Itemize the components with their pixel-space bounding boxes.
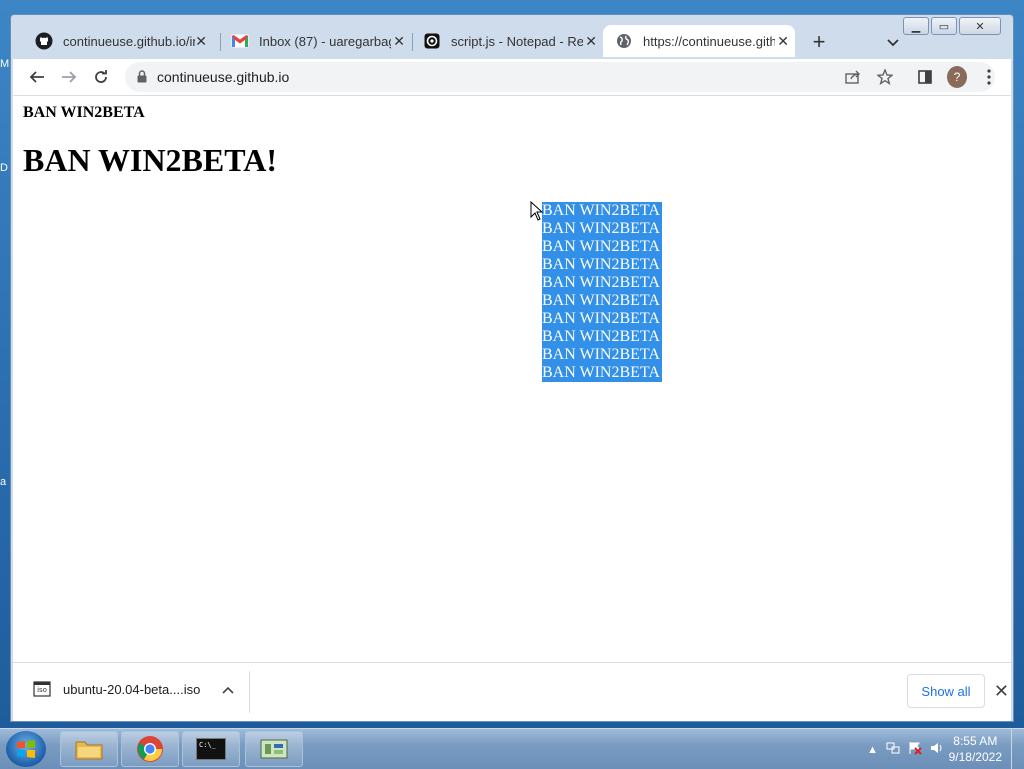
github-icon [35,32,53,50]
selected-text-block[interactable]: BAN WIN2BETA BAN WIN2BETA BAN WIN2BETA B… [542,202,662,382]
kebab-menu-icon[interactable] [979,67,999,87]
text-line: BAN WIN2BETA [542,202,662,220]
tab-title: continueuse.github.io/in [63,33,195,49]
windows-logo-icon [17,740,35,758]
tab-github[interactable]: continueuse.github.io/in ✕ [23,25,213,57]
volume-icon[interactable] [930,741,944,758]
text-line: BAN WIN2BETA [542,292,662,310]
forward-button[interactable] [59,67,79,87]
new-tab-button[interactable]: + [807,29,831,55]
text-line: BAN WIN2BETA [542,346,662,364]
clock-date: 9/18/2022 [948,750,1002,764]
taskbar: C:\_ ▲ 8:55 AM 9/18/2022 [0,728,1024,769]
cmd-prompt-text: C:\_ [199,741,216,749]
show-hidden-icons-icon[interactable]: ▲ [867,744,878,756]
close-icon[interactable]: ✕ [994,681,1009,702]
control-panel-icon [260,739,288,759]
globe-icon [615,32,633,50]
close-tab-icon[interactable]: ✕ [393,33,405,50]
download-item[interactable]: iso ubuntu-20.04-beta....iso [33,681,234,697]
tab-title: Inbox (87) - uaregarbag [259,33,391,49]
close-tab-icon[interactable]: ✕ [777,33,789,50]
chrome-icon [137,736,163,762]
desktop-icon-label: M [0,58,10,70]
replit-icon [423,32,441,50]
page-heading-small: BAN WIN2BETA [23,104,145,121]
url-text: continueuse.github.io [157,69,290,85]
folder-icon [75,741,103,760]
network-icon[interactable] [886,741,900,758]
close-tab-icon[interactable]: ✕ [195,33,207,50]
disc-file-icon: iso [33,681,51,697]
browser-window: ▁ ▭ ✕ continueuse.github.io/in ✕ Inbox (… [10,14,1014,722]
taskbar-chrome[interactable] [121,731,179,767]
show-desktop-button[interactable] [1011,729,1024,769]
show-all-button[interactable]: Show all [907,674,985,708]
text-line: BAN WIN2BETA [542,328,662,346]
side-panel-icon[interactable] [915,67,935,87]
mouse-cursor-icon [530,200,544,226]
file-icon-label: iso [37,686,47,694]
text-line: BAN WIN2BETA [542,364,662,382]
text-line: BAN WIN2BETA [542,256,662,274]
command-prompt-icon: C:\_ [196,738,226,760]
avatar: ? [947,66,967,88]
tab-title: script.js - Notepad - Rep [451,33,583,49]
action-center-flag-icon[interactable] [908,741,922,758]
profile-avatar[interactable]: ? [947,66,967,88]
text-line: BAN WIN2BETA [542,310,662,328]
back-button[interactable] [27,67,47,87]
text-line: BAN WIN2BETA [542,220,662,238]
browser-toolbar: continueuse.github.io ? [13,59,1011,96]
desktop-icon-label: D [0,162,8,174]
text-line: BAN WIN2BETA [542,238,662,256]
tab-active[interactable]: https://continueuse.gith ✕ [603,25,795,57]
desktop-icon-label: a [0,476,7,488]
text-line: BAN WIN2BETA [542,274,662,292]
chevron-up-icon[interactable] [222,682,234,697]
tab-strip: continueuse.github.io/in ✕ Inbox (87) - … [13,23,1011,59]
divider [249,671,250,713]
download-filename: ubuntu-20.04-beta....iso [63,681,201,697]
bookmark-star-icon[interactable] [875,67,895,87]
taskbar-cmd[interactable]: C:\_ [182,731,240,767]
clock-time: 8:55 AM [953,734,998,748]
tab-replit[interactable]: script.js - Notepad - Rep ✕ [411,25,603,57]
page-title: BAN WIN2BETA! [23,142,277,178]
page-content: BAN WIN2BETA BAN WIN2BETA! BAN WIN2BETA … [13,96,1011,662]
start-button[interactable] [6,731,46,767]
system-tray: ▲ [867,741,944,758]
chevron-down-icon[interactable] [887,34,899,52]
tab-gmail[interactable]: Inbox (87) - uaregarbag ✕ [219,25,411,57]
reload-button[interactable] [91,67,111,87]
gmail-icon [231,32,249,50]
taskbar-explorer[interactable] [60,731,118,767]
lock-icon[interactable] [137,70,147,88]
download-bar: iso ubuntu-20.04-beta....iso Show all ✕ [13,662,1011,721]
share-icon[interactable] [843,67,863,87]
address-bar[interactable]: continueuse.github.io [125,62,995,92]
system-clock[interactable]: 8:55 AM 9/18/2022 [949,733,1002,765]
taskbar-app[interactable] [245,731,303,767]
close-tab-icon[interactable]: ✕ [585,33,597,50]
tab-title: https://continueuse.gith [643,33,775,49]
